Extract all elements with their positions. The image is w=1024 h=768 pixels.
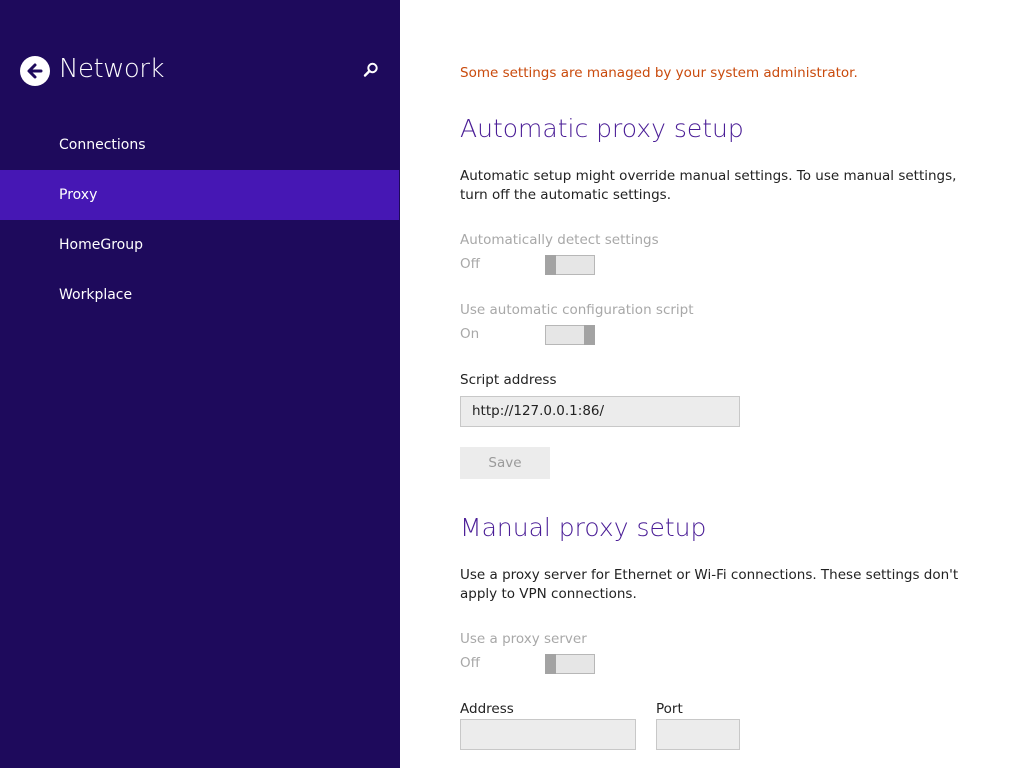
use-proxy-label: Use a proxy server [460, 631, 587, 647]
sidebar-item-homegroup[interactable]: HomeGroup [0, 220, 400, 270]
port-label: Port [656, 701, 683, 717]
sidebar-nav: Connections Proxy HomeGroup Workplace [0, 120, 400, 320]
sidebar: Network Connections Proxy HomeGroup Work… [0, 0, 400, 768]
config-script-state: On [460, 326, 480, 342]
toggle-knob [545, 654, 556, 674]
config-script-label: Use automatic configuration script [460, 302, 694, 318]
script-address-label: Script address [460, 372, 557, 388]
detect-settings-label: Automatically detect settings [460, 232, 659, 248]
automatic-proxy-description: Automatic setup might override manual se… [460, 168, 957, 203]
page-title: Network [59, 54, 165, 84]
script-address-input[interactable]: http://127.0.0.1:86/ [460, 396, 740, 427]
use-proxy-state: Off [460, 655, 480, 671]
manual-proxy-description: Use a proxy server for Ethernet or Wi-Fi… [460, 567, 959, 602]
main-content: Some settings are managed by your system… [460, 0, 1000, 768]
toggle-knob [584, 325, 595, 345]
save-button[interactable]: Save [460, 447, 550, 479]
use-proxy-toggle[interactable] [545, 654, 595, 674]
address-input[interactable] [460, 719, 636, 750]
search-button[interactable] [362, 61, 380, 79]
detect-settings-state: Off [460, 256, 480, 272]
sidebar-item-proxy[interactable]: Proxy [0, 170, 399, 220]
admin-notice: Some settings are managed by your system… [460, 65, 858, 81]
port-input[interactable] [656, 719, 740, 750]
sidebar-item-workplace[interactable]: Workplace [0, 270, 400, 320]
back-button[interactable] [20, 56, 50, 86]
arrow-left-icon [27, 63, 43, 79]
detect-settings-toggle[interactable] [545, 255, 595, 275]
automatic-proxy-heading: Automatic proxy setup [460, 114, 744, 143]
address-label: Address [460, 701, 514, 717]
manual-proxy-heading: Manual proxy setup [460, 513, 707, 542]
config-script-toggle[interactable] [545, 325, 595, 345]
search-icon [363, 62, 378, 77]
toggle-knob [545, 255, 556, 275]
sidebar-item-connections[interactable]: Connections [0, 120, 400, 170]
